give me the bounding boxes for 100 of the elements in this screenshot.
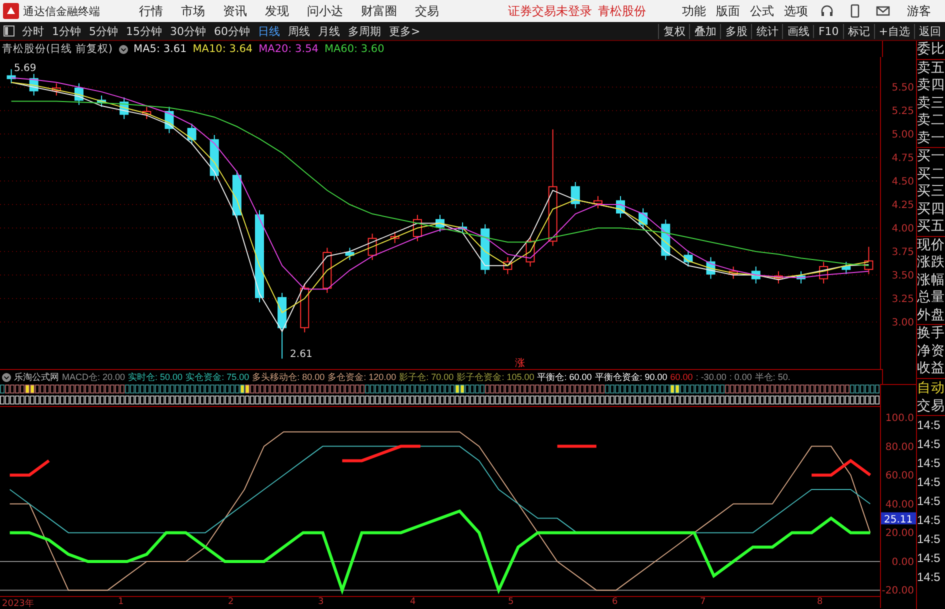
menu-item[interactable]: 资讯 — [214, 2, 256, 20]
headset-icon[interactable] — [820, 4, 834, 18]
quote-label: 卖五 — [917, 58, 945, 77]
candlestick — [52, 82, 61, 96]
trade-tab[interactable]: 自动 — [917, 378, 945, 396]
stock-name: 青松股份 — [598, 2, 646, 20]
menu-item[interactable]: 发现 — [256, 2, 298, 20]
candlestick — [684, 250, 693, 268]
menu-item[interactable]: 版面 — [711, 2, 745, 20]
x-axis-label: 2 — [228, 597, 234, 607]
price-axis-label: 3.75 — [892, 247, 914, 258]
candlestick — [526, 236, 535, 268]
ma-legend: MA10: 3.64 — [192, 43, 253, 55]
toolbar-button[interactable]: +自选 — [874, 24, 914, 38]
candlestick — [345, 247, 354, 260]
indicator-legend: 影子仓: 70.00 — [399, 370, 454, 384]
period-tab[interactable]: 30分钟 — [166, 24, 210, 38]
quote-label: 收益 — [917, 360, 945, 378]
indicator-axis-label: 0.00 — [892, 556, 914, 568]
period-tab[interactable]: 15分钟 — [122, 24, 166, 38]
candlestick — [819, 261, 828, 284]
collapse-icon[interactable] — [118, 44, 128, 54]
period-tab[interactable]: 月线 — [314, 24, 344, 38]
candlestick — [864, 246, 874, 275]
x-axis-label: 3 — [318, 597, 324, 607]
toolbar-button[interactable]: F10 — [813, 24, 843, 38]
period-tab[interactable]: 更多> — [385, 24, 424, 38]
candlestick — [6, 68, 16, 84]
x-axis-label: 8 — [817, 597, 823, 607]
quote-label: 卖三 — [917, 94, 945, 112]
menu-item[interactable]: 公式 — [745, 2, 779, 20]
candlestick — [480, 224, 490, 275]
quote-label: 总量 — [917, 289, 945, 306]
menu-item[interactable]: 行情 — [130, 2, 172, 20]
menu-item[interactable]: 市场 — [172, 2, 214, 20]
toolbar-button[interactable]: 叠加 — [689, 24, 720, 38]
trade-time: 14:5 — [917, 530, 942, 548]
period-tab[interactable]: 1分钟 — [48, 24, 85, 38]
indicator-legend: 实时仓: 50.00 — [128, 370, 183, 384]
quote-label: 买三 — [917, 183, 945, 200]
ma-legend: MA5: 3.61 — [134, 43, 187, 55]
panel-toggle-icon[interactable] — [3, 25, 15, 37]
quote-label: 卖二 — [917, 112, 945, 130]
menu-item[interactable]: 财富圈 — [352, 2, 406, 20]
menu-item[interactable]: 功能 — [677, 2, 711, 20]
x-axis-label: 2023年 — [2, 598, 34, 609]
x-axis-label: 5 — [508, 597, 514, 607]
candlestick — [842, 261, 851, 275]
indicator-axis-label: 80.00 — [885, 442, 914, 453]
mail-icon[interactable] — [876, 4, 890, 18]
candlestick — [436, 214, 444, 232]
collapse-icon[interactable] — [2, 372, 11, 382]
period-tab[interactable]: 5分钟 — [85, 24, 122, 38]
low-price-label: 2.61 — [290, 349, 312, 360]
period-tab[interactable]: 日线 — [254, 24, 284, 38]
price-axis-label: 3.25 — [892, 294, 914, 306]
trade-time: 14:5 — [917, 492, 942, 510]
candlestick — [97, 95, 106, 108]
toolbar-button[interactable]: 统计 — [751, 24, 782, 38]
menu-item[interactable]: 交易 — [406, 2, 448, 20]
indicator-legend: 影子仓资金: 105.00 — [456, 370, 534, 384]
candlestick — [593, 196, 602, 209]
ma-legend: MA60: 3.60 — [324, 43, 384, 55]
candlestick — [616, 196, 626, 218]
trade-time: 14:5 — [917, 474, 942, 490]
indicator-axis-label: 20.00 — [885, 528, 914, 540]
period-tab[interactable]: 60分钟 — [210, 24, 254, 38]
candlestick — [412, 214, 422, 242]
toolbar-button[interactable]: 复权 — [658, 24, 690, 38]
trade-time: 14:5 — [917, 436, 942, 452]
period-tab[interactable]: 分时 — [18, 24, 48, 38]
toolbar-button[interactable]: 多股 — [720, 24, 752, 38]
high-price-label: 5.69 — [14, 63, 36, 74]
trade-time: 14:5 — [917, 568, 942, 586]
x-axis-label: 1 — [118, 597, 124, 607]
quote-label: 现价 — [917, 236, 945, 254]
indicator-title: 乐淘公式网 — [14, 370, 59, 384]
toolbar-button[interactable]: 返回 — [914, 24, 945, 38]
trade-tab[interactable]: 交易 — [917, 396, 945, 416]
rise-flag-label: 涨 — [515, 358, 525, 369]
indicator-legend: 平衡仓: 60.00 — [537, 370, 592, 384]
quote-label: 换手 — [917, 324, 945, 342]
user-label[interactable]: 游客 — [907, 2, 931, 20]
login-notice[interactable]: 证券交易未登录 — [508, 2, 592, 20]
toolbar-button[interactable]: 标记 — [842, 24, 874, 38]
candlestick — [796, 270, 806, 284]
candlestick — [142, 106, 152, 120]
x-axis-label: 4 — [410, 597, 416, 607]
menu-item[interactable]: 选项 — [779, 2, 813, 20]
candlestick — [706, 256, 716, 280]
candlestick — [570, 182, 580, 209]
price-axis-label: 4.75 — [892, 153, 914, 164]
price-axis-label: 4.25 — [892, 200, 914, 212]
period-tab[interactable]: 多周期 — [344, 24, 385, 38]
period-tab[interactable]: 周线 — [284, 24, 314, 38]
indicator-axis-label: 60.00 — [885, 470, 914, 482]
menu-item[interactable]: 问小达 — [298, 2, 352, 20]
candlestick — [458, 222, 468, 234]
phone-icon[interactable] — [848, 4, 862, 18]
toolbar-button[interactable]: 画线 — [782, 24, 814, 38]
